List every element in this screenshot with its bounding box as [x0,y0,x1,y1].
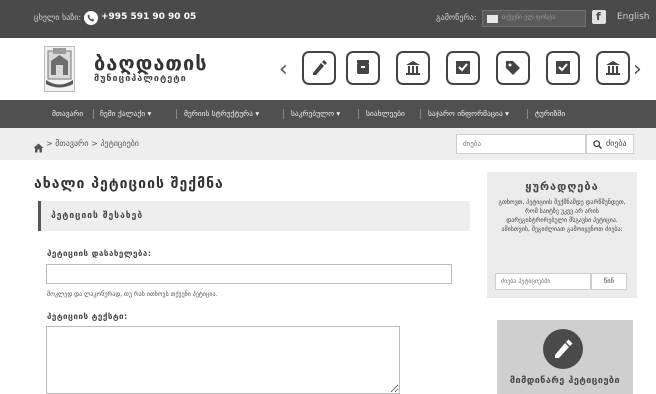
search-icon [593,140,602,149]
nav-item-tourism[interactable]: ტურიზმი [535,109,565,118]
municipality-coat-of-arms[interactable] [44,46,75,92]
home-icon[interactable] [33,138,44,157]
subscribe-label: გამოწერა: [436,13,477,22]
attention-text: გთხოვთ, პეტიციის შექმნამდე დარწმუნდეთ, რ… [498,199,626,233]
breadcrumb-bar: > მთავარი > პეტიციები ძიება [0,128,656,160]
attention-title: ყურადღება [525,180,599,193]
petition-search-input[interactable] [495,273,591,290]
nav-item-label: ჩემი ქალაქი [100,109,146,118]
nav-item-home[interactable]: მთავარი [52,109,83,118]
petition-title-hint: მოკლედ და ლაკონურად, თუ რას ითხოვს თქვენ… [47,291,218,298]
carousel-next-arrow[interactable]: › [633,57,642,82]
nav-divider [283,109,284,119]
section-header: პეტიციის შესახებ [38,201,470,231]
facebook-icon[interactable]: f [592,10,606,24]
site-subtitle: მუნიციპალიტეტი [94,74,187,84]
nav-item-news[interactable]: სიახლეები [366,109,405,118]
nav-divider [176,109,177,119]
site-search-input[interactable] [456,134,586,154]
envelope-icon [487,15,498,23]
main-nav: მთავარი ჩემი ქალაქი ▾ მერიის სტრუქტურა ▾… [0,100,656,128]
vote-check-icon[interactable] [446,51,480,85]
nav-divider [93,109,94,119]
archive-icon[interactable] [346,51,380,85]
nav-item-label: საჯარო ინფორმაცია [428,109,503,118]
section-title: პეტიციის შესახებ [51,211,144,221]
nav-item-council[interactable]: საკრებულო ▾ [291,109,340,118]
top-bar: ცხელი ხაზი: +995 591 90 90 05 გამოწერა: … [0,0,656,38]
nav-item-label: მერიის სტრუქტურა [184,109,253,118]
nav-divider [420,109,421,119]
page-title: ახალი პეტიციის შექმნა [34,176,224,192]
nav-item-public-info[interactable]: საჯარო ინფორმაცია ▾ [428,109,509,118]
subscribe-email-input[interactable]: თქვენი ელ.ფოსტა [482,10,586,27]
nav-divider [527,109,528,119]
petition-title-label: პეტიციის დასახელება: [47,249,152,258]
phone-icon [84,11,98,25]
petition-icon [543,329,583,369]
petition-icon[interactable] [302,51,336,85]
breadcrumb[interactable]: > მთავარი > პეტიციები [46,139,139,148]
nav-item-label: საკრებულო [291,109,335,118]
nav-divider [358,109,359,119]
site-header: ბაღდათის მუნიციპალიტეტი ‹ › [0,38,656,100]
site-title[interactable]: ბაღდათის [94,51,208,75]
petition-text-label: პეტიციის ტექსტი: [47,312,128,321]
government-building-icon[interactable] [396,51,430,85]
language-switch[interactable]: English [617,12,650,22]
hotline-label: ცხელი ხაზი: [34,13,82,22]
attention-panel: ყურადღება გთხოვთ, პეტიციის შექმნამდე დარ… [487,172,637,298]
site-search-button-label: ძიება [606,139,627,148]
subscribe-email-placeholder: თქვენი ელ.ფოსტა [502,14,556,21]
active-petitions-label: მიმდინარე პეტიციები [509,376,621,386]
petition-search-button[interactable]: წინ [591,273,627,290]
petition-text-input[interactable] [46,326,400,394]
nav-item-city-hall-structure[interactable]: მერიის სტრუქტურა ▾ [184,109,259,118]
nav-item-my-city[interactable]: ჩემი ქალაქი ▾ [100,109,151,118]
petition-title-input[interactable] [46,264,452,284]
government-building-icon[interactable] [596,51,630,85]
site-search-button[interactable]: ძიება [586,134,634,154]
facebook-glyph: f [596,10,601,23]
tag-icon[interactable] [496,51,530,85]
vote-check-icon[interactable] [546,51,580,85]
hotline-phone[interactable]: +995 591 90 90 05 [101,12,196,22]
carousel-prev-arrow[interactable]: ‹ [279,57,288,82]
active-petitions-card[interactable]: მიმდინარე პეტიციები [497,320,633,394]
